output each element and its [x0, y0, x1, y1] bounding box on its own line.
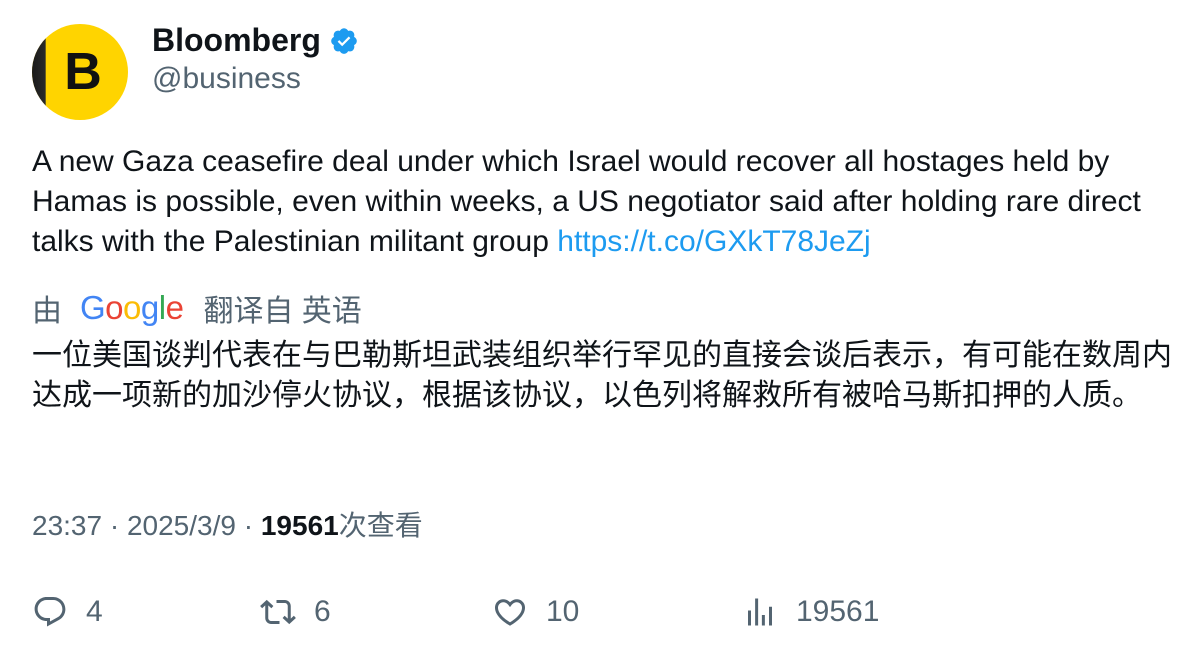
meta-separator: ·: [109, 510, 120, 541]
action-bar: 4 6 10 19561: [32, 588, 1172, 636]
retweet-icon: [260, 599, 296, 625]
retweet-count: 6: [314, 595, 331, 628]
avatar-letter: B: [64, 43, 102, 101]
translated-text: 一位美国谈判代表在与巴勒斯坦武装组织举行罕见的直接会谈后表示，有可能在数周内达成…: [32, 339, 1172, 412]
tweet-meta: 23:37 · 2025/3/9 · 19561次查看: [32, 504, 423, 544]
author-name-row[interactable]: Bloomberg: [152, 22, 359, 59]
tweet-time[interactable]: 23:37: [32, 510, 102, 541]
meta-separator: ·: [243, 510, 254, 541]
avatar[interactable]: B: [32, 24, 128, 120]
views-label: 次查看: [338, 510, 423, 541]
like-count: 10: [546, 595, 580, 628]
tweet-link[interactable]: https://t.co/GXkT78JeZj: [557, 225, 870, 258]
google-logo-icon: Google: [80, 289, 184, 326]
tweet-text: A new Gaza ceasefire deal under which Is…: [32, 142, 1172, 262]
translation-suffix[interactable]: 翻译自 英语: [203, 286, 361, 330]
reply-icon: [34, 597, 66, 627]
heart-icon: [494, 599, 526, 626]
like-button[interactable]: 10: [492, 588, 579, 636]
views-count: 19561: [260, 510, 339, 541]
translation-prefix: 由: [32, 295, 62, 328]
retweet-button[interactable]: 6: [260, 588, 331, 636]
author-name[interactable]: Bloomberg: [152, 22, 321, 59]
verified-badge-icon[interactable]: [329, 26, 359, 56]
translation-attribution: 由 Google 翻译自 英语: [32, 286, 362, 330]
reply-count: 4: [86, 595, 103, 628]
analytics-icon: [748, 598, 772, 626]
views-button[interactable]: 19561: [742, 588, 879, 636]
tweet-date[interactable]: 2025/3/9: [127, 510, 236, 541]
reply-button[interactable]: 4: [32, 588, 103, 636]
views-action-count: 19561: [796, 595, 880, 628]
author-handle[interactable]: @business: [152, 62, 301, 96]
